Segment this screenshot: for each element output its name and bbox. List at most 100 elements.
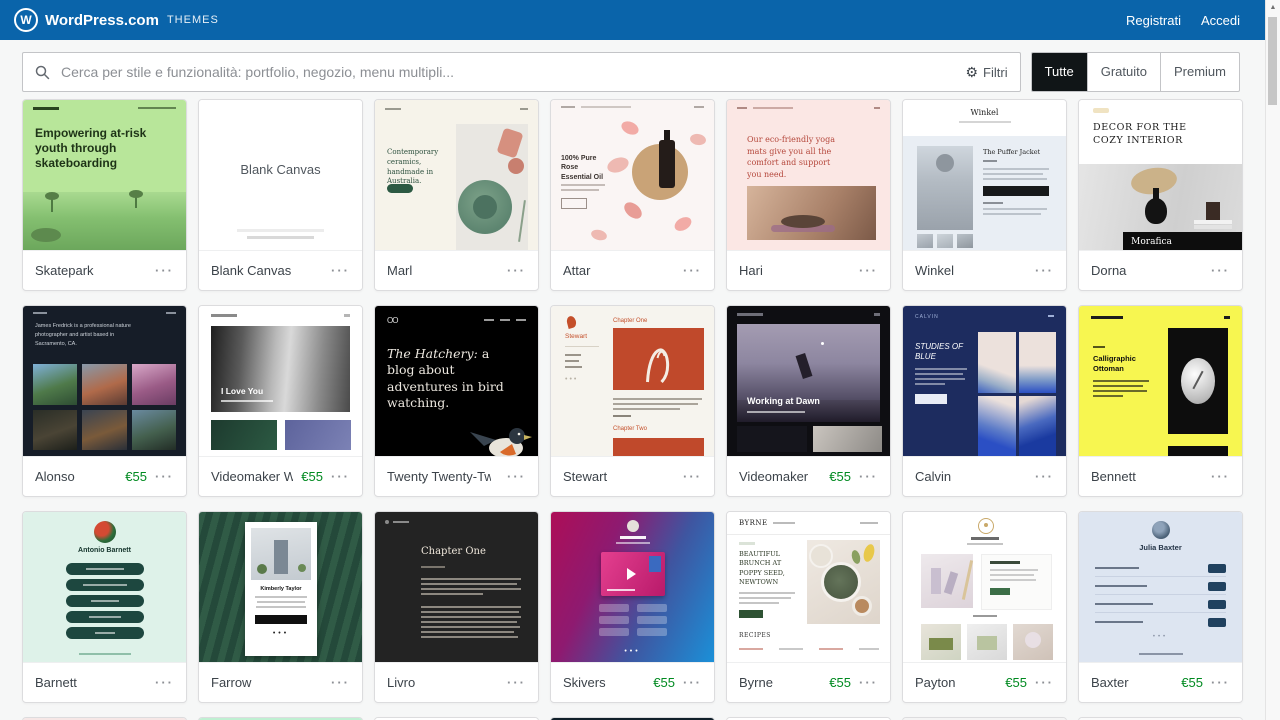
theme-preview[interactable]: Working at Dawn — [727, 306, 890, 456]
login-link[interactable]: Accedi — [1201, 13, 1240, 28]
more-options-button[interactable]: ··· — [155, 263, 174, 278]
more-options-button[interactable]: ··· — [331, 675, 350, 690]
theme-name[interactable]: Farrow — [211, 675, 315, 690]
register-link[interactable]: Registrati — [1126, 13, 1181, 28]
plate-shape — [821, 562, 861, 602]
theme-preview[interactable]: BYRNE BEAUTIFUL BRUNCH AT POPPY SEED, NE… — [727, 512, 890, 662]
theme-name[interactable]: Bennett — [1091, 469, 1195, 484]
theme-preview[interactable]: Contemporary ceramics, handmade in Austr… — [375, 100, 538, 250]
theme-preview[interactable]: ••• — [551, 512, 714, 662]
scrollbar-thumb[interactable] — [1268, 17, 1277, 105]
theme-card[interactable]: Payton €55 ··· — [902, 511, 1067, 703]
theme-preview[interactable]: Winkel The Puffer Jacket — [903, 100, 1066, 250]
text-line — [86, 568, 124, 570]
more-options-button[interactable]: ··· — [507, 469, 526, 484]
theme-preview[interactable]: Julia Baxter ••• — [1079, 512, 1242, 662]
theme-name[interactable]: Baxter — [1091, 675, 1173, 690]
theme-name[interactable]: Hari — [739, 263, 843, 278]
theme-card[interactable]: DECOR FOR THE COZY INTERIOR Morafica Dor… — [1078, 99, 1243, 291]
theme-preview[interactable]: Chapter One — [375, 512, 538, 662]
theme-card[interactable]: 100% Pure Rose Essential Oil Attar ··· — [550, 99, 715, 291]
theme-preview[interactable]: I Love You — [199, 306, 362, 456]
brand-title[interactable]: WordPress.com — [45, 12, 159, 29]
more-options-button[interactable]: ··· — [507, 675, 526, 690]
more-options-button[interactable]: ··· — [859, 675, 878, 690]
theme-name[interactable]: Livro — [387, 675, 491, 690]
theme-preview[interactable]: Empowering at-risk youth through skatebo… — [23, 100, 186, 250]
theme-preview[interactable]: James Fredrick is a professional nature … — [23, 306, 186, 456]
theme-card[interactable]: BYRNE BEAUTIFUL BRUNCH AT POPPY SEED, NE… — [726, 511, 891, 703]
theme-name[interactable]: Videomaker — [739, 469, 821, 484]
theme-preview[interactable]: Blank Canvas — [199, 100, 362, 250]
more-options-button[interactable]: ··· — [1035, 469, 1054, 484]
theme-name[interactable]: Attar — [563, 263, 667, 278]
theme-name[interactable]: Dorna — [1091, 263, 1195, 278]
theme-card[interactable]: Antonio Barnett Barnett ··· — [22, 511, 187, 703]
theme-preview[interactable]: Calligraphic Ottoman — [1079, 306, 1242, 456]
tab-free[interactable]: Gratuito — [1087, 53, 1160, 91]
theme-card[interactable]: Julia Baxter ••• — [1078, 511, 1243, 703]
filters-button[interactable]: ⚙ Filtri — [965, 64, 1007, 81]
theme-preview[interactable]: OO The Hatchery: a blog about adventures… — [375, 306, 538, 456]
theme-preview[interactable]: CALVIN STUDIES OF BLUE — [903, 306, 1066, 456]
theme-preview[interactable]: Our eco-friendly yoga mats give you all … — [727, 100, 890, 250]
theme-card[interactable]: James Fredrick is a professional nature … — [22, 305, 187, 497]
more-options-button[interactable]: ··· — [1211, 469, 1230, 484]
scrollbar[interactable]: ▲ — [1265, 0, 1280, 720]
more-options-button[interactable]: ··· — [1035, 263, 1054, 278]
more-options-button[interactable]: ··· — [859, 263, 878, 278]
more-options-button[interactable]: ··· — [155, 675, 174, 690]
theme-name[interactable]: Barnett — [35, 675, 139, 690]
theme-card[interactable]: Chapter One Livro ··· — [374, 511, 539, 703]
more-options-button[interactable]: ··· — [683, 675, 702, 690]
theme-card[interactable]: Blank Canvas Blank Canvas ··· — [198, 99, 363, 291]
theme-name[interactable]: Byrne — [739, 675, 821, 690]
theme-card[interactable]: ••• Skivers €55 ··· — [550, 511, 715, 703]
theme-preview[interactable]: DECOR FOR THE COZY INTERIOR Morafica — [1079, 100, 1242, 250]
more-options-button[interactable]: ··· — [859, 469, 878, 484]
theme-preview[interactable]: 100% Pure Rose Essential Oil — [551, 100, 714, 250]
theme-name[interactable]: Twenty Twenty-Two — [387, 469, 491, 484]
theme-card[interactable]: OO The Hatchery: a blog about adventures… — [374, 305, 539, 497]
theme-name[interactable]: Winkel — [915, 263, 1019, 278]
more-options-button[interactable]: ··· — [507, 263, 526, 278]
search-box[interactable]: ⚙ Filtri — [22, 52, 1021, 92]
theme-name[interactable]: Marl — [387, 263, 491, 278]
more-options-button[interactable]: ··· — [331, 263, 350, 278]
tab-premium[interactable]: Premium — [1160, 53, 1239, 91]
theme-name[interactable]: Blank Canvas — [211, 263, 315, 278]
theme-card[interactable]: Calligraphic Ottoman Bennett ··· — [1078, 305, 1243, 497]
theme-card[interactable]: Contemporary ceramics, handmade in Austr… — [374, 99, 539, 291]
theme-name[interactable]: Payton — [915, 675, 997, 690]
theme-preview[interactable] — [903, 512, 1066, 662]
theme-name[interactable]: Calvin — [915, 469, 1019, 484]
theme-preview[interactable]: Antonio Barnett — [23, 512, 186, 662]
theme-card[interactable]: Empowering at-risk youth through skatebo… — [22, 99, 187, 291]
theme-name[interactable]: Stewart — [563, 469, 667, 484]
more-options-button[interactable]: ··· — [1211, 263, 1230, 278]
theme-name[interactable]: Videomaker White — [211, 469, 293, 484]
theme-preview[interactable]: Kimberly Taylor ••• — [199, 512, 362, 662]
more-options-button[interactable]: ··· — [1211, 675, 1230, 690]
scroll-up-icon[interactable]: ▲ — [1266, 0, 1280, 15]
tab-all[interactable]: Tutte — [1032, 53, 1087, 91]
wordpress-logo-icon[interactable]: W — [14, 8, 38, 32]
theme-card[interactable]: Stewart ••• Chapter One Chapter Two — [550, 305, 715, 497]
theme-card[interactable]: CALVIN STUDIES OF BLUE Calvin ··· — [902, 305, 1067, 497]
more-options-button[interactable]: ··· — [683, 263, 702, 278]
theme-name[interactable]: Skatepark — [35, 263, 139, 278]
theme-name[interactable]: Alonso — [35, 469, 117, 484]
theme-name[interactable]: Skivers — [563, 675, 645, 690]
theme-card[interactable]: Working at Dawn Videomaker €55 ··· — [726, 305, 891, 497]
search-input[interactable] — [59, 63, 965, 81]
theme-card[interactable]: Kimberly Taylor ••• Farrow ··· — [198, 511, 363, 703]
theme-preview[interactable]: Stewart ••• Chapter One Chapter Two — [551, 306, 714, 456]
theme-card[interactable]: I Love You Videomaker White €55 ··· — [198, 305, 363, 497]
theme-card[interactable]: Winkel The Puffer Jacket — [902, 99, 1067, 291]
more-options-button[interactable]: ··· — [331, 469, 350, 484]
more-options-button[interactable]: ··· — [683, 469, 702, 484]
theme-card[interactable]: Our eco-friendly yoga mats give you all … — [726, 99, 891, 291]
more-options-button[interactable]: ··· — [1035, 675, 1054, 690]
more-options-button[interactable]: ··· — [155, 469, 174, 484]
text-line — [959, 121, 1011, 123]
